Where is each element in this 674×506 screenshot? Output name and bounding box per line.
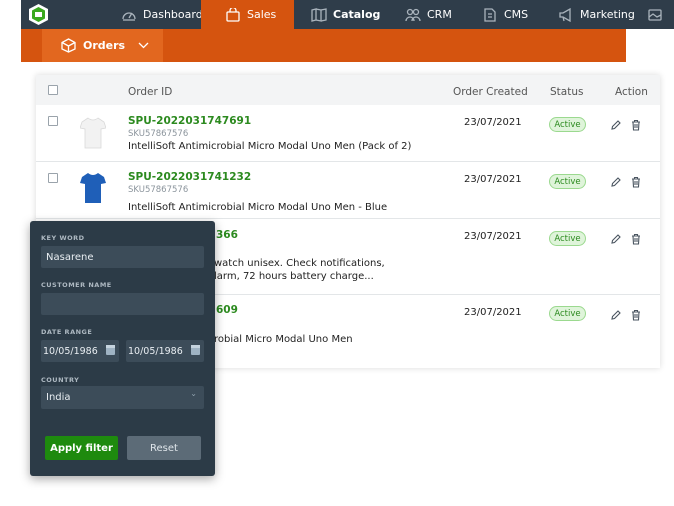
- date-to-input[interactable]: 10/05/1986: [126, 340, 204, 362]
- calendar-icon[interactable]: [191, 345, 200, 355]
- product-name: IntelliSoft Antimicrobial Micro Modal Un…: [128, 202, 388, 213]
- shopping-bag-icon: [225, 7, 241, 22]
- country-label: COUNTRY: [41, 376, 80, 384]
- trash-icon[interactable]: [630, 116, 642, 131]
- megaphone-icon: [558, 7, 574, 22]
- filter-panel: KEY WORD Nasarene CUSTOMER NAME DATE RAN…: [30, 221, 215, 476]
- column-status: Status: [550, 86, 584, 98]
- keyword-label: KEY WORD: [41, 234, 85, 242]
- date-from-input[interactable]: 10/05/1986: [41, 340, 119, 362]
- product-name: watch unisex. Check notifications,: [214, 258, 385, 269]
- chevron-down-icon: [138, 42, 149, 49]
- nav-item-label: CMS: [504, 8, 529, 21]
- status-badge: Active: [549, 117, 586, 132]
- order-code[interactable]: SPU-2022031747691: [128, 115, 251, 127]
- row-checkbox[interactable]: [48, 173, 58, 183]
- edit-icon[interactable]: [610, 116, 622, 130]
- order-code[interactable]: 366: [216, 229, 238, 241]
- column-action: Action: [615, 86, 648, 98]
- customer-name-label: CUSTOMER NAME: [41, 281, 112, 289]
- logo-icon[interactable]: [29, 4, 48, 25]
- table-row: SPU-2022031741232 SKU57867576 IntelliSof…: [36, 162, 660, 219]
- tab-orders[interactable]: Orders: [42, 29, 163, 62]
- order-date: 23/07/2021: [464, 117, 522, 128]
- reset-button[interactable]: Reset: [127, 436, 201, 460]
- date-range-label: DATE RANGE: [41, 328, 93, 336]
- order-date: 23/07/2021: [464, 174, 522, 185]
- nav-item-marketing[interactable]: Marketing: [558, 0, 635, 29]
- trash-icon[interactable]: [630, 173, 642, 188]
- table-header: Order ID Order Created Status Action: [36, 75, 660, 105]
- column-order-id: Order ID: [128, 86, 173, 98]
- order-date: 23/07/2021: [464, 231, 522, 242]
- status-badge: Active: [549, 306, 586, 321]
- country-value: India: [46, 392, 71, 403]
- order-code[interactable]: 609: [216, 304, 238, 316]
- nav-item-catalog[interactable]: Catalog: [311, 0, 380, 29]
- nav-item-label: Dashboard: [143, 8, 203, 21]
- product-name: IntelliSoft Antimicrobial Micro Modal Un…: [128, 141, 412, 152]
- document-icon: [482, 7, 498, 22]
- date-to-value: 10/05/1986: [128, 345, 183, 357]
- select-all-checkbox[interactable]: [48, 85, 58, 95]
- nav-item-label: Marketing: [580, 8, 635, 21]
- nav-item-label: Catalog: [333, 8, 381, 21]
- nav-item-sales[interactable]: Sales: [201, 0, 294, 29]
- sku-code: SKU57867576: [128, 185, 189, 195]
- book-icon: [311, 7, 327, 22]
- tab-label: Orders: [83, 39, 126, 52]
- table-row: SPU-2022031747691 SKU57867576 IntelliSof…: [36, 105, 660, 162]
- order-code[interactable]: SPU-2022031741232: [128, 171, 251, 183]
- trash-icon[interactable]: [630, 230, 642, 245]
- edit-icon[interactable]: [610, 173, 622, 187]
- row-checkbox[interactable]: [48, 116, 58, 126]
- status-badge: Active: [549, 174, 586, 189]
- country-select[interactable]: India ⌄: [41, 386, 204, 409]
- sub-navigation: Orders: [21, 29, 626, 62]
- top-navigation: Dashboard Sales Catalog CRM CMS Marketin…: [21, 0, 674, 29]
- nav-item-dashboard[interactable]: Dashboard: [121, 0, 203, 29]
- people-icon: [405, 8, 421, 22]
- trash-icon[interactable]: [630, 306, 642, 321]
- sku-code: SKU57867576: [128, 129, 189, 139]
- apply-filter-button[interactable]: Apply filter: [45, 436, 118, 460]
- edit-icon[interactable]: [610, 306, 622, 320]
- nav-item-label: CRM: [427, 8, 452, 21]
- nav-item-cms[interactable]: CMS: [482, 0, 528, 29]
- keyword-input[interactable]: Nasarene: [41, 246, 204, 268]
- product-image: [80, 172, 106, 204]
- column-order-created: Order Created: [453, 86, 528, 98]
- order-date: 23/07/2021: [464, 307, 522, 318]
- status-badge: Active: [549, 231, 586, 246]
- nav-item-crm[interactable]: CRM: [405, 0, 452, 29]
- edit-icon[interactable]: [610, 230, 622, 244]
- date-from-value: 10/05/1986: [43, 345, 98, 357]
- calendar-icon[interactable]: [106, 345, 115, 355]
- nav-item-label: Sales: [247, 8, 277, 21]
- gauge-icon: [121, 8, 137, 22]
- keyword-value: Nasarene: [46, 251, 94, 263]
- product-image: [79, 117, 107, 149]
- image-icon[interactable]: [648, 0, 662, 29]
- box-icon: [61, 38, 76, 53]
- customer-name-input[interactable]: [41, 293, 204, 315]
- chevron-down-icon: ⌄: [190, 389, 197, 398]
- product-name: robial Micro Modal Uno Men: [214, 334, 353, 345]
- product-name: larm, 72 hours battery charge...: [214, 271, 374, 282]
